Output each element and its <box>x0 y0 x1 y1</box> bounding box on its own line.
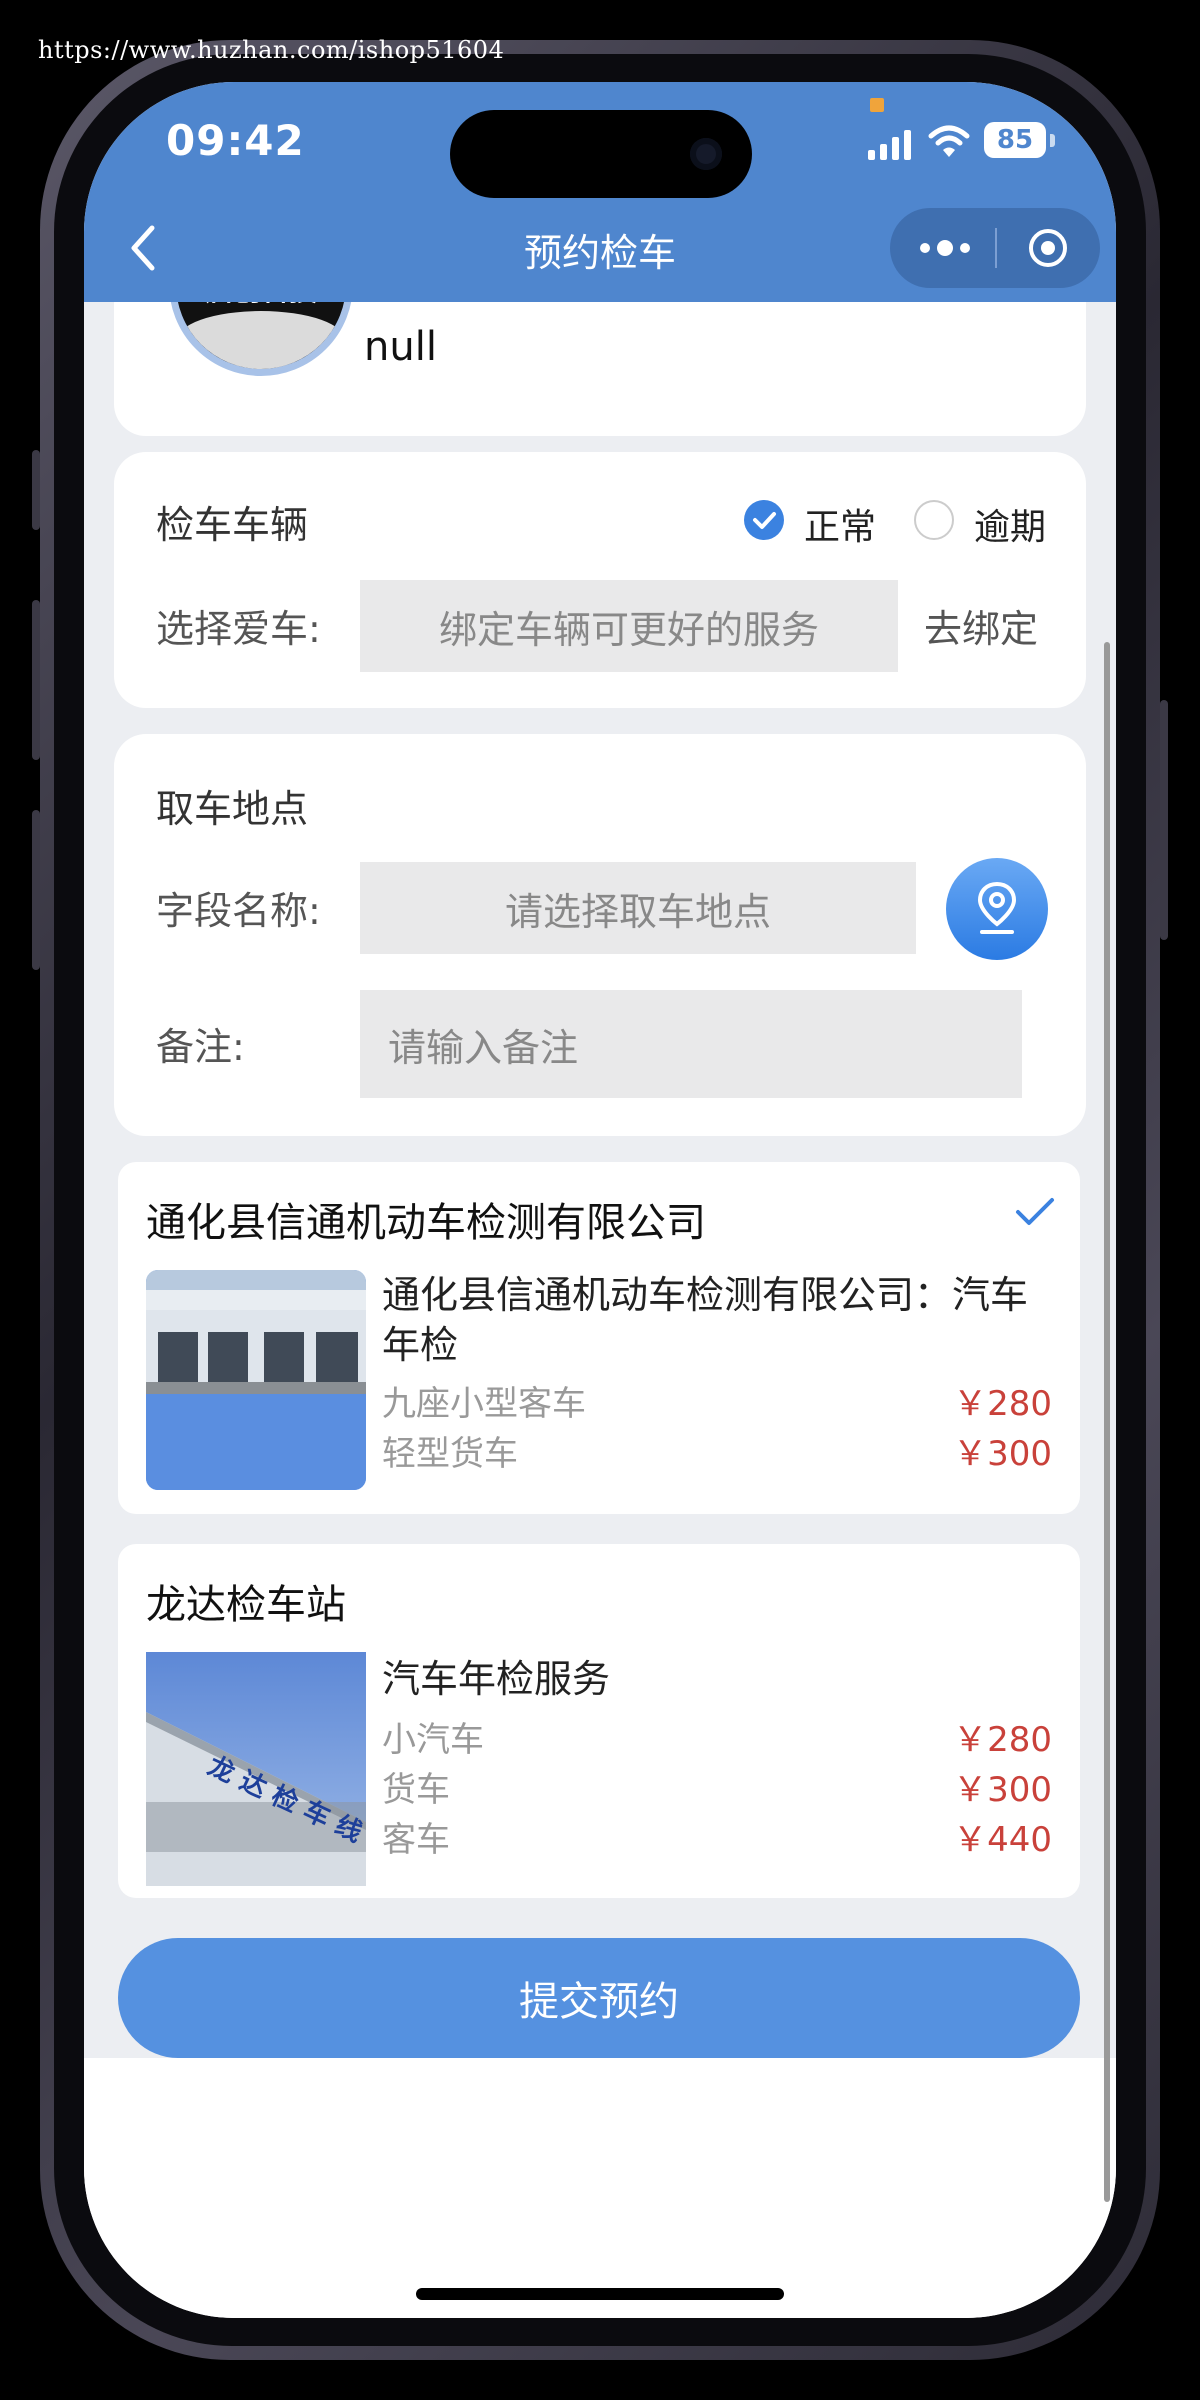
vehicle-section-title: 检车车辆 <box>156 503 309 547</box>
location-pin-icon <box>977 881 1017 934</box>
privacy-indicator <box>870 98 884 112</box>
pickup-field-label: 字段名称: <box>156 889 321 933</box>
vehicle-type: 九座小型客车 <box>382 1384 586 1424</box>
station-name: 通化县信通机动车检测有限公司 <box>146 1200 706 1246</box>
profile-name: null <box>364 324 437 370</box>
close-target-icon[interactable] <box>1027 227 1069 269</box>
volume-up-button <box>32 600 40 760</box>
vehicle-card: 检车车辆 正常 逾期 选择爱车: 绑定车辆可更好的服务 去绑定 <box>114 452 1086 708</box>
more-icon[interactable] <box>918 234 972 262</box>
service-title: 汽车年检服务 <box>382 1657 611 1701</box>
price: ￥280 <box>953 1384 1052 1424</box>
radio-overdue[interactable] <box>914 500 954 540</box>
app-header: 09:42 85 预约检车 <box>84 82 1116 302</box>
bind-car-link[interactable]: 去绑定 <box>924 598 1038 653</box>
choose-car-label: 选择爱车: <box>156 607 321 651</box>
price: ￥300 <box>953 1434 1052 1474</box>
pickup-card: 取车地点 字段名称: 请选择取车地点 备注: 请输入备注 <box>114 734 1086 1136</box>
location-button[interactable] <box>946 858 1048 960</box>
content-area: 启创科技 null 检车车辆 正常 逾期 选择爱车: 绑定车辆可更好的服务 去绑… <box>84 192 1116 2058</box>
choose-car-field[interactable]: 绑定车辆可更好的服务 <box>360 580 898 672</box>
radio-overdue-label[interactable]: 逾期 <box>974 498 1046 550</box>
scrollbar[interactable] <box>1104 642 1110 2202</box>
pickup-location-field[interactable]: 请选择取车地点 <box>360 862 916 954</box>
station-card[interactable]: 通化县信通机动车检测有限公司 通化县信通机动车检测有限公司：汽车年检 九座小型客… <box>118 1162 1080 1514</box>
wifi-icon <box>928 125 970 157</box>
price: ￥440 <box>953 1820 1052 1860</box>
price: ￥300 <box>953 1770 1052 1810</box>
radio-normal-label[interactable]: 正常 <box>804 498 876 550</box>
vehicle-type: 小汽车 <box>382 1720 484 1760</box>
home-indicator[interactable] <box>416 2288 784 2300</box>
mini-program-capsule <box>890 208 1100 288</box>
radio-normal[interactable] <box>744 500 784 540</box>
volume-down-button <box>32 810 40 970</box>
price: ￥280 <box>953 1720 1052 1760</box>
app-screen: 启创科技 null 检车车辆 正常 逾期 选择爱车: 绑定车辆可更好的服务 去绑… <box>84 82 1116 2318</box>
check-icon <box>753 512 776 529</box>
battery-tip <box>1050 134 1055 147</box>
note-input[interactable]: 请输入备注 <box>360 990 1022 1098</box>
station-photo: 龙 达 检 车 线 <box>146 1652 366 1886</box>
vehicle-type: 货车 <box>382 1770 450 1810</box>
service-title: 通化县信通机动车检测有限公司：汽车年检 <box>382 1273 1029 1367</box>
station-name: 龙达检车站 <box>146 1582 346 1628</box>
status-time: 09:42 <box>166 116 305 165</box>
pickup-section-title: 取车地点 <box>156 787 309 831</box>
power-button <box>1160 700 1168 940</box>
station-photo <box>146 1270 366 1490</box>
action-button <box>32 450 40 530</box>
dynamic-island <box>450 110 752 198</box>
battery-indicator: 85 <box>984 122 1046 158</box>
note-label: 备注: <box>156 1025 245 1069</box>
submit-booking-button[interactable]: 提交预约 <box>118 1938 1080 2058</box>
signal-icon <box>868 130 911 160</box>
camera-icon <box>690 138 722 170</box>
watermark-text: https://www.huzhan.com/ishop51604 <box>38 36 505 64</box>
vehicle-type: 轻型货车 <box>382 1434 518 1474</box>
selected-check-icon <box>1016 1198 1054 1225</box>
bottom-blank-area <box>84 2058 1116 2318</box>
station-card[interactable]: 龙达检车站 龙 达 检 车 线 汽车年检服务 小汽车 ￥280 货车 ￥300 … <box>118 1544 1080 1898</box>
vehicle-type: 客车 <box>382 1820 450 1860</box>
